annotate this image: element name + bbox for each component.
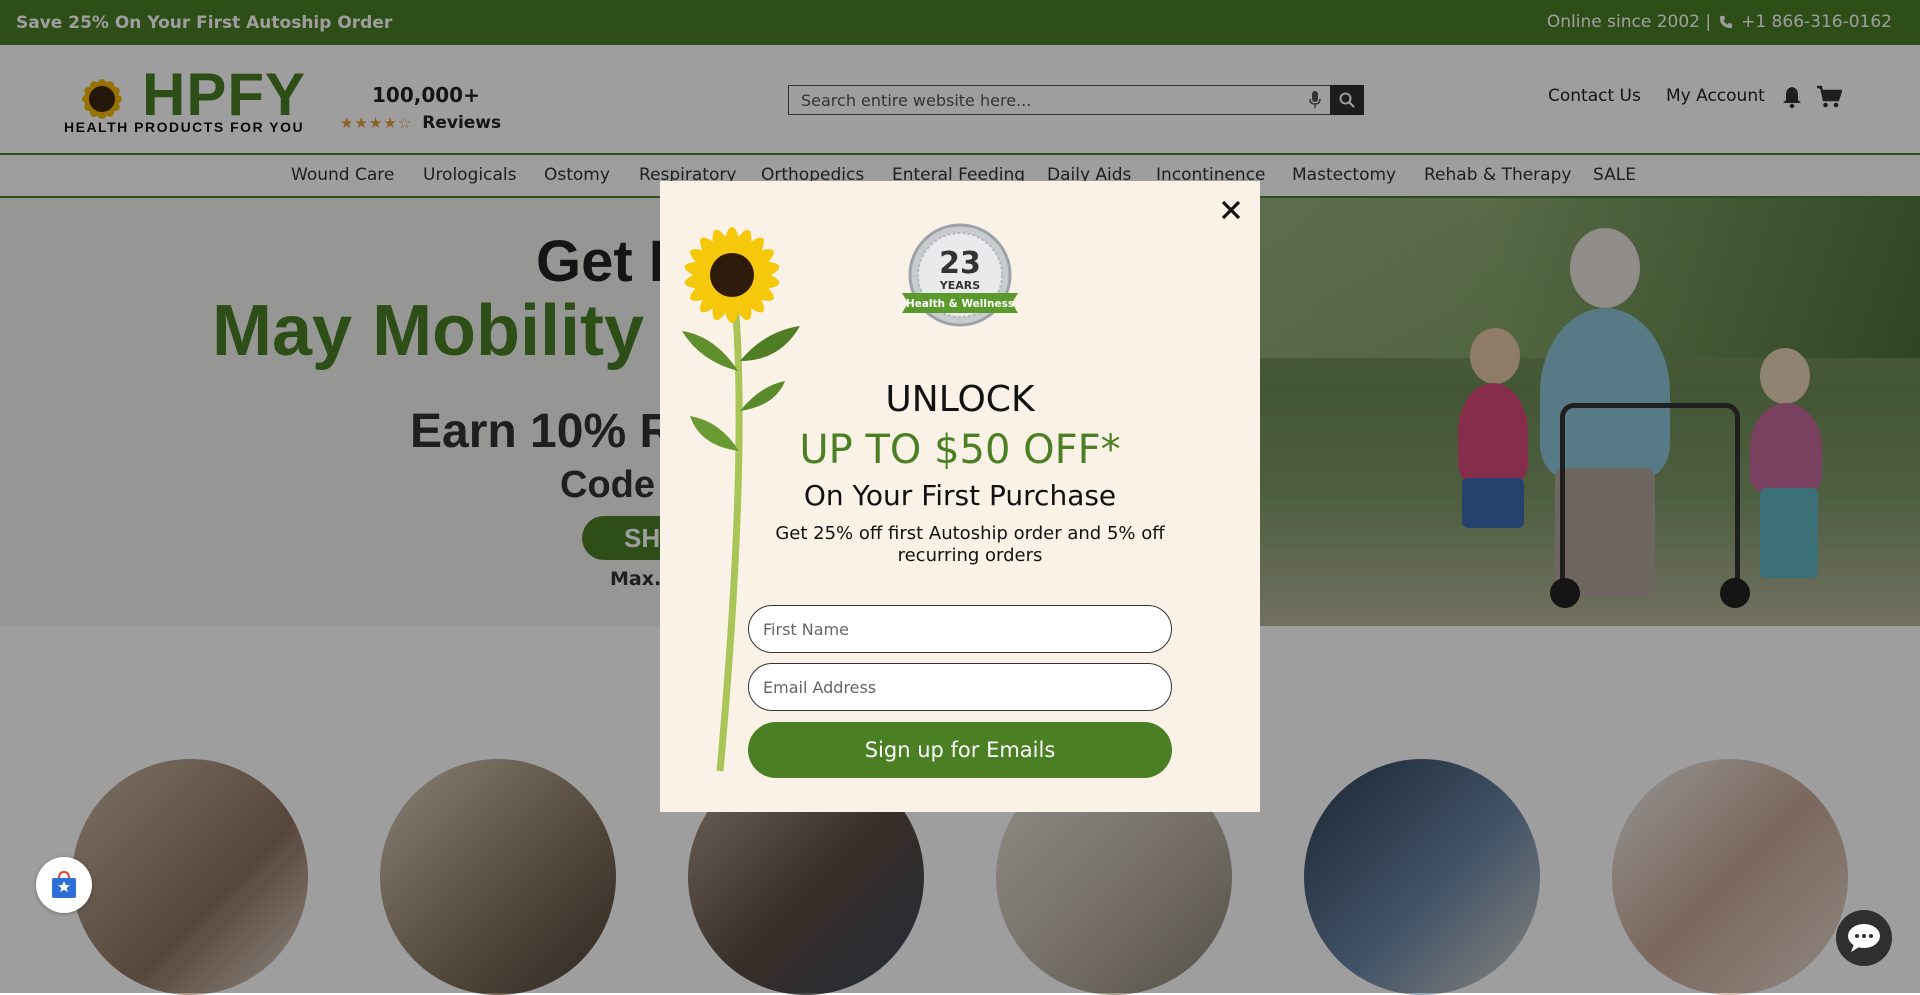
chat-bubble-icon: [1848, 924, 1880, 952]
first-name-field[interactable]: [748, 605, 1172, 653]
chat-button[interactable]: [1836, 910, 1892, 966]
signup-button[interactable]: Sign up for Emails: [748, 722, 1172, 778]
modal-first-purchase-text: On Your First Purchase: [803, 479, 1117, 512]
svg-text:Health & Wellness: Health & Wellness: [906, 298, 1014, 310]
email-field[interactable]: [748, 663, 1172, 711]
anniversary-badge-icon: 23 YEARS Health & Wellness: [902, 223, 1018, 327]
modal-description: Get 25% off first Autoship order and 5% …: [775, 523, 1165, 566]
rewards-button[interactable]: [36, 857, 92, 913]
svg-text:23: 23: [939, 246, 981, 281]
close-icon: [1221, 200, 1241, 220]
close-button[interactable]: [1216, 195, 1246, 225]
modal-offer-heading: UP TO $50 OFF*: [799, 427, 1121, 473]
modal-unlock-heading: UNLOCK: [885, 379, 1035, 420]
shopping-bag-icon: [52, 870, 76, 898]
email-signup-modal: 23 YEARS Health & Wellness UNLOCK UP TO …: [660, 181, 1260, 812]
svg-text:YEARS: YEARS: [939, 279, 980, 292]
